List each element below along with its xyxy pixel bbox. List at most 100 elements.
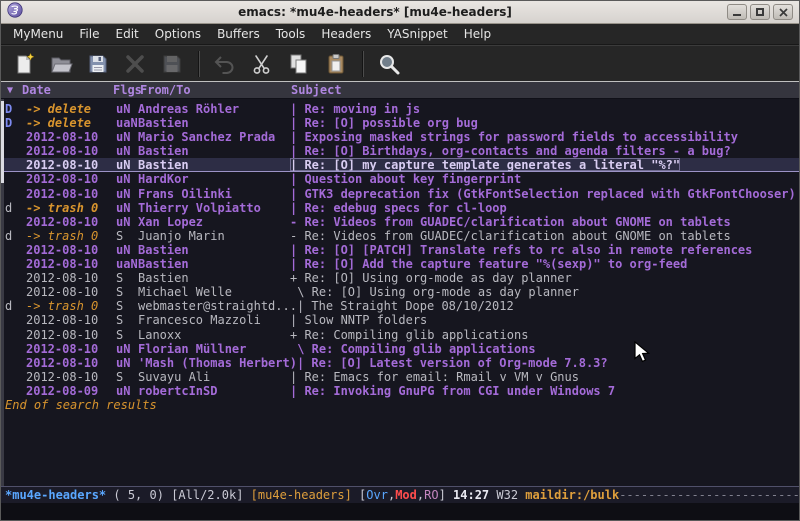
subject-column: \ Re: [O] Using org-mode as day planner: [290, 285, 579, 299]
menu-item-tools[interactable]: Tools: [268, 25, 314, 44]
message-row[interactable]: 2012-08-09 uN robertcInSD | Re: Invoking…: [1, 384, 799, 398]
flags-column: S: [116, 313, 138, 327]
menu-item-file[interactable]: File: [71, 25, 107, 44]
paste-button[interactable]: [321, 49, 351, 79]
date-column: 2012-08-10: [26, 158, 116, 171]
message-row[interactable]: 2012-08-10 uN Bastien | Re: [O] [PATCH] …: [1, 243, 799, 257]
copy-button[interactable]: [284, 49, 314, 79]
open-file-icon: [49, 52, 73, 76]
subject-column: | Re: moving in js: [290, 102, 420, 116]
date-column: -> trash 0: [26, 229, 116, 243]
menu-item-mymenu[interactable]: MyMenu: [5, 25, 71, 44]
mode-line-segment: ]: [439, 488, 453, 502]
message-row[interactable]: 2012-08-10 S Francesco Mazzoli | Slow NN…: [1, 313, 799, 327]
mark-column: [5, 187, 26, 201]
mode-line-segment: 14:27: [453, 488, 489, 502]
menu-item-options[interactable]: Options: [147, 25, 209, 44]
message-row[interactable]: d -> trash 0 S webmaster@straightd... | …: [1, 299, 799, 313]
scrollbar-thumb[interactable]: [1, 101, 4, 183]
message-row[interactable]: 2012-08-10 uN Florian Müllner \ Re: Comp…: [1, 342, 799, 356]
from-column: Lanoxx: [138, 328, 290, 342]
message-row[interactable]: 2012-08-10 S Lanoxx + Re: Compiling glib…: [1, 328, 799, 342]
message-row[interactable]: 2012-08-10 uN Mario Sanchez Prada | Expo…: [1, 130, 799, 144]
sort-indicator-icon[interactable]: ▼: [7, 82, 13, 99]
from-column: Andreas Röhler: [138, 102, 290, 116]
date-column: 2012-08-10: [26, 271, 116, 285]
mark-column: [5, 144, 26, 158]
flags-column: uN: [116, 102, 138, 116]
mouse-cursor: [634, 341, 652, 365]
message-row[interactable]: 2012-08-10 uN Bastien | Re: [O] Birthday…: [1, 144, 799, 158]
message-row[interactable]: d -> trash 0 S Juanjo Marin - Re: Videos…: [1, 229, 799, 243]
end-of-results-text: End of search results: [1, 398, 799, 412]
message-row[interactable]: D -> delete uN Andreas Röhler | Re: movi…: [1, 102, 799, 116]
column-header-flags[interactable]: Flgs: [113, 82, 142, 99]
menu-item-headers[interactable]: Headers: [313, 25, 379, 44]
undo-button[interactable]: [210, 49, 240, 79]
message-row[interactable]: d -> trash 0 uN Thierry Volpiatto | Re: …: [1, 201, 799, 215]
mark-column: [5, 243, 26, 257]
message-row[interactable]: 2012-08-10 S Bastien + Re: [O] Using org…: [1, 271, 799, 285]
close-button[interactable]: [773, 4, 793, 20]
message-row[interactable]: 2012-08-10 uN Xan Lopez - Re: Videos fro…: [1, 215, 799, 229]
message-row[interactable]: 2012-08-10 S Suvayu Ali | Re: Emacs for …: [1, 370, 799, 384]
window-controls: [727, 4, 793, 20]
title-bar[interactable]: emacs: *mu4e-headers* [mu4e-headers]: [1, 1, 799, 24]
mark-column: [5, 271, 26, 285]
mode-line[interactable]: *mu4e-headers* ( 5, 0) [All/2.0k] [mu4e-…: [1, 486, 799, 503]
message-row[interactable]: 2012-08-10 S Michael Welle \ Re: [O] Usi…: [1, 285, 799, 299]
date-column: 2012-08-10: [26, 370, 116, 384]
maximize-button[interactable]: [750, 4, 770, 20]
mark-column: [5, 285, 26, 299]
mark-column: D: [5, 102, 26, 116]
subject-column: | Slow NNTP folders: [290, 313, 427, 327]
new-file-button[interactable]: [9, 49, 39, 79]
message-row[interactable]: D -> delete uaN Bastien | Re: [O] possib…: [1, 116, 799, 130]
subject-column: + Re: Compiling glib applications: [290, 328, 528, 342]
column-header-from[interactable]: From/To: [140, 82, 191, 99]
kill-buffer-button[interactable]: [120, 49, 150, 79]
headers-buffer: D -> delete uN Andreas Röhler | Re: movi…: [1, 99, 799, 486]
flags-column: uN: [116, 144, 138, 158]
message-row[interactable]: 2012-08-10 uN Frans Oilinki | GTK3 depre…: [1, 187, 799, 201]
from-column: Francesco Mazzoli: [138, 313, 290, 327]
cut-button[interactable]: [247, 49, 277, 79]
subject-column: | Question about key fingerprint: [290, 172, 521, 186]
column-header-date[interactable]: Date: [22, 82, 51, 99]
menu-item-yasnippet[interactable]: YASnippet: [379, 25, 456, 44]
open-file-button[interactable]: [46, 49, 76, 79]
flags-column: uN: [116, 384, 138, 398]
minimize-button[interactable]: [727, 4, 747, 20]
message-row[interactable]: 2012-08-10 uaN Bastien | Re: [O] Add the…: [1, 257, 799, 271]
save-as-button[interactable]: [157, 49, 187, 79]
mode-line-segment: maildir:/bulk: [525, 488, 619, 502]
flags-column: uN: [116, 201, 138, 215]
message-row[interactable]: 2012-08-10 uN 'Mash (Thomas Herbert) | R…: [1, 356, 799, 370]
window-title: emacs: *mu4e-headers* [mu4e-headers]: [29, 5, 721, 19]
date-column: 2012-08-10: [26, 356, 116, 370]
menu-bar: MyMenuFileEditOptionsBuffersToolsHeaders…: [1, 24, 799, 45]
from-column: Bastien: [138, 243, 290, 257]
message-row[interactable]: 2012-08-10 uN Bastien | Re: [O] my captu…: [1, 158, 799, 172]
from-column: HardKor: [138, 172, 290, 186]
mark-column: [5, 342, 26, 356]
menu-item-buffers[interactable]: Buffers: [209, 25, 268, 44]
scrollbar[interactable]: [1, 99, 4, 486]
menu-item-help[interactable]: Help: [456, 25, 499, 44]
menu-item-edit[interactable]: Edit: [108, 25, 147, 44]
flags-column: S: [116, 299, 138, 313]
from-column: webmaster@straightd...: [138, 299, 297, 313]
subject-column: | Exposing masked strings for password f…: [290, 130, 738, 144]
message-row[interactable]: 2012-08-10 uN HardKor | Question about k…: [1, 172, 799, 186]
subject-column: - Re: Videos from GUADEC/clarification a…: [290, 215, 731, 229]
save-button[interactable]: [83, 49, 113, 79]
save-icon: [86, 52, 110, 76]
flags-column: uN: [116, 158, 138, 171]
mode-line-segment: W32: [489, 488, 525, 502]
toolbar: [1, 45, 799, 82]
flags-column: uN: [116, 215, 138, 229]
cut-icon: [250, 52, 274, 76]
search-button[interactable]: [374, 49, 404, 79]
column-header-subject[interactable]: Subject: [291, 82, 342, 99]
subject-column: - Re: Videos from GUADEC/clarification a…: [290, 229, 731, 243]
